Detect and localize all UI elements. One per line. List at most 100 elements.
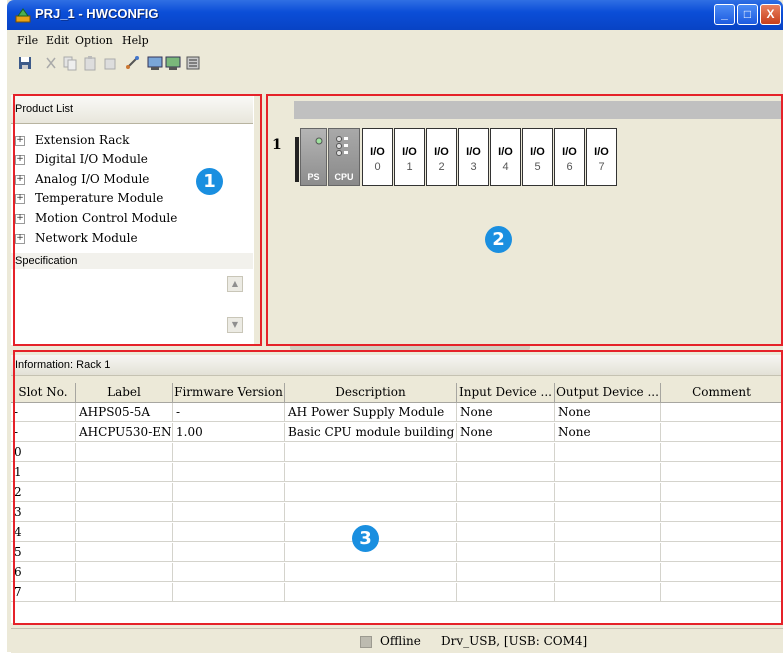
table-cell[interactable]: AHPS05-5A (76, 403, 173, 422)
vertical-splitter[interactable] (254, 95, 268, 347)
table-cell[interactable] (661, 403, 783, 422)
table-cell[interactable] (173, 443, 285, 462)
table-cell[interactable]: - (11, 403, 76, 422)
io-slot-4[interactable]: I/O 4 (490, 128, 521, 186)
table-cell[interactable] (661, 483, 783, 502)
table-cell[interactable] (173, 543, 285, 562)
table-cell[interactable] (173, 483, 285, 502)
table-row[interactable]: 5 (11, 543, 783, 562)
table-cell[interactable]: None (555, 423, 661, 442)
title-bar[interactable]: PRJ_1 - HWCONFIG _ □ X (7, 0, 783, 30)
table-cell[interactable] (457, 463, 555, 482)
table-cell[interactable] (661, 443, 783, 462)
table-cell[interactable] (285, 463, 457, 482)
table-cell[interactable]: 1 (11, 463, 76, 482)
io-slot-2[interactable]: I/O 2 (426, 128, 457, 186)
table-cell[interactable]: None (457, 403, 555, 422)
horizontal-splitter[interactable] (290, 344, 530, 350)
io-slot-3[interactable]: I/O 3 (458, 128, 489, 186)
table-row[interactable]: 1 (11, 463, 783, 482)
expand-icon[interactable]: + (15, 194, 25, 204)
table-cell[interactable] (555, 443, 661, 462)
table-cell[interactable]: 4 (11, 523, 76, 542)
power-supply-module[interactable]: PS (300, 128, 327, 186)
expand-icon[interactable]: + (15, 136, 25, 146)
table-cell[interactable] (555, 483, 661, 502)
table-cell[interactable]: 5 (11, 543, 76, 562)
io-slot-0[interactable]: I/O 0 (362, 128, 393, 186)
table-cell[interactable]: 6 (11, 563, 76, 582)
table-cell[interactable] (457, 503, 555, 522)
delete-icon[interactable] (102, 55, 118, 71)
table-cell[interactable] (661, 503, 783, 522)
io-slot-7[interactable]: I/O 7 (586, 128, 617, 186)
column-header-firmware[interactable]: Firmware Version (173, 383, 285, 403)
table-cell[interactable] (555, 503, 661, 522)
expand-icon[interactable]: + (15, 234, 25, 244)
table-cell[interactable]: - (11, 423, 76, 442)
table-cell[interactable] (285, 583, 457, 602)
expand-icon[interactable]: + (15, 214, 25, 224)
table-cell[interactable] (76, 543, 173, 562)
table-cell[interactable] (173, 583, 285, 602)
table-cell[interactable] (285, 443, 457, 462)
close-button[interactable]: X (760, 4, 781, 25)
paste-icon[interactable] (82, 55, 98, 71)
table-row[interactable]: 2 (11, 483, 783, 502)
table-cell[interactable]: - (173, 403, 285, 422)
menu-help[interactable]: Help (122, 34, 149, 47)
maximize-button[interactable]: □ (737, 4, 758, 25)
table-cell[interactable] (173, 563, 285, 582)
table-cell[interactable] (173, 523, 285, 542)
menu-file[interactable]: File (17, 34, 38, 47)
table-row[interactable]: 4 (11, 523, 783, 542)
table-cell[interactable] (173, 503, 285, 522)
io-slot-1[interactable]: I/O 1 (394, 128, 425, 186)
table-cell[interactable] (457, 583, 555, 602)
table-cell[interactable] (661, 543, 783, 562)
copy-icon[interactable] (62, 55, 78, 71)
table-cell[interactable]: 1.00 (173, 423, 285, 442)
cut-icon[interactable] (43, 55, 59, 71)
table-row[interactable]: - AHCPU530-EN 1.00 Basic CPU module buildin… (11, 423, 783, 442)
io-slot-5[interactable]: I/O 5 (522, 128, 553, 186)
table-cell[interactable] (661, 463, 783, 482)
column-header-input-device[interactable]: Input Device ... (457, 383, 555, 403)
table-cell[interactable]: Basic CPU module building (285, 423, 457, 442)
table-cell[interactable] (457, 443, 555, 462)
table-cell[interactable] (285, 503, 457, 522)
table-cell[interactable]: 0 (11, 443, 76, 462)
scroll-up-button[interactable]: ▲ (227, 276, 243, 292)
table-cell[interactable] (76, 443, 173, 462)
table-row[interactable]: 0 (11, 443, 783, 462)
table-cell[interactable]: AHCPU530-EN (76, 423, 173, 442)
table-cell[interactable] (661, 523, 783, 542)
table-row[interactable]: 6 (11, 563, 783, 582)
table-cell[interactable] (661, 583, 783, 602)
io-slot-6[interactable]: I/O 6 (554, 128, 585, 186)
table-cell[interactable] (76, 483, 173, 502)
table-cell[interactable]: 3 (11, 503, 76, 522)
column-header-slot[interactable]: Slot No. (11, 383, 76, 403)
menu-option[interactable]: Option (75, 34, 113, 47)
table-cell[interactable]: None (555, 403, 661, 422)
table-cell[interactable] (457, 543, 555, 562)
table-row[interactable]: - AHPS05-5A - AH Power Supply Module None Non… (11, 403, 783, 422)
column-header-label[interactable]: Label (76, 383, 173, 403)
table-cell[interactable]: 2 (11, 483, 76, 502)
table-cell[interactable] (76, 523, 173, 542)
column-header-output-device[interactable]: Output Device ... (555, 383, 661, 403)
table-cell[interactable] (76, 503, 173, 522)
table-row[interactable]: 3 (11, 503, 783, 522)
table-cell[interactable] (555, 543, 661, 562)
table-cell[interactable] (555, 523, 661, 542)
table-cell[interactable]: 7 (11, 583, 76, 602)
table-cell[interactable] (661, 563, 783, 582)
table-cell[interactable]: AH Power Supply Module (285, 403, 457, 422)
table-cell[interactable] (555, 463, 661, 482)
link-icon[interactable] (125, 55, 141, 71)
table-cell[interactable] (76, 563, 173, 582)
menu-edit[interactable]: Edit (46, 34, 69, 47)
scroll-down-button[interactable]: ▼ (227, 317, 243, 333)
expand-icon[interactable]: + (15, 155, 25, 165)
